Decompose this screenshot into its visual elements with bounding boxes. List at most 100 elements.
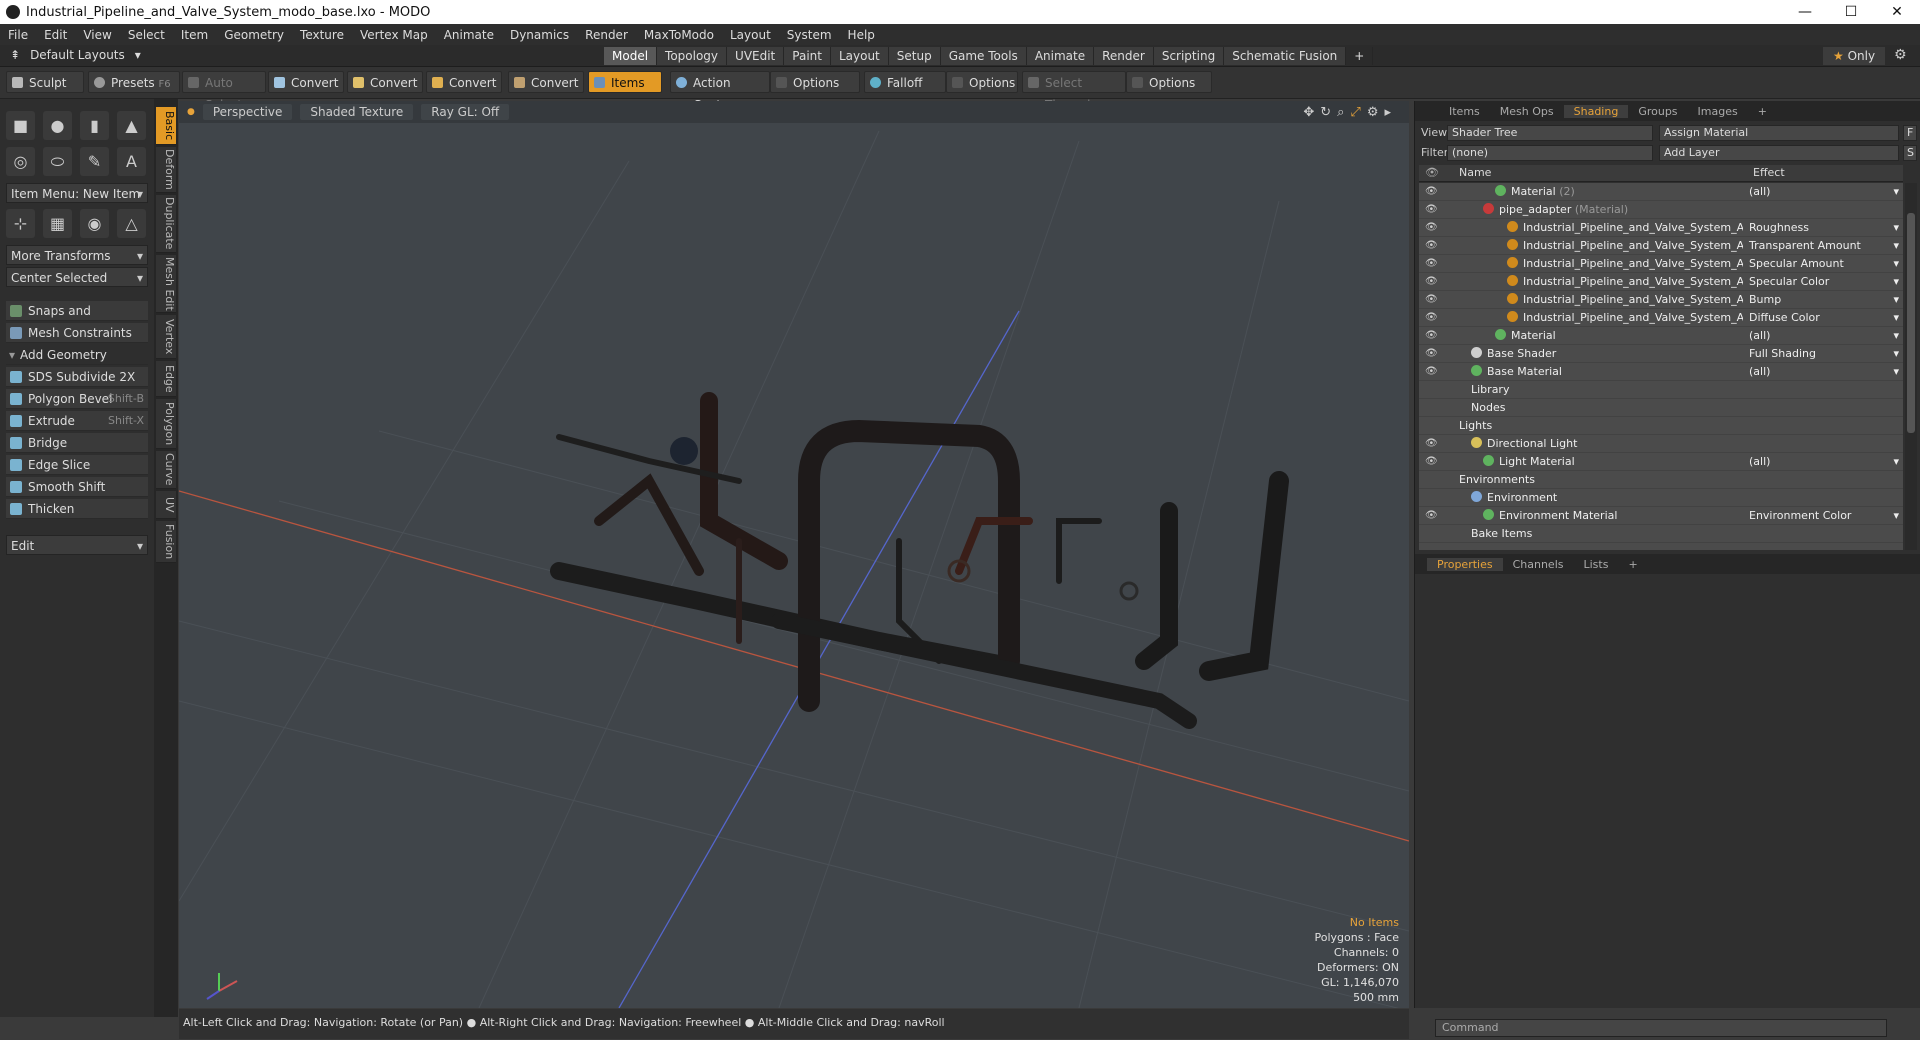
tree-row[interactable]: Library	[1419, 381, 1903, 399]
effect-dropdown[interactable]: (all)	[1749, 455, 1899, 468]
tree-row[interactable]: 👁 Directional Light	[1419, 435, 1903, 453]
only-toggle[interactable]: ★ Only	[1823, 47, 1886, 65]
menu-maxtomodo[interactable]: MaxToModo	[636, 28, 722, 42]
vtab-duplicate[interactable]: Duplicate	[156, 195, 176, 253]
menu-layout[interactable]: Layout	[722, 28, 779, 42]
grid-icon[interactable]: ▦	[43, 209, 72, 238]
vtab-polygon[interactable]: Polygon	[156, 399, 176, 449]
bridge-button[interactable]: Bridge	[6, 433, 148, 453]
visibility-eye-icon[interactable]: 👁	[1425, 312, 1438, 323]
f-button[interactable]: F	[1903, 125, 1917, 141]
assign-material-button[interactable]: Assign Material	[1659, 125, 1899, 141]
vtab-basic[interactable]: Basic	[156, 107, 176, 145]
add-panel-tab-button[interactable]: +	[1748, 105, 1777, 118]
sphere-icon[interactable]: ●	[43, 111, 72, 140]
menu-animate[interactable]: Animate	[436, 28, 502, 42]
name-column-header[interactable]: Name	[1459, 166, 1491, 179]
maximize-button[interactable]: ☐	[1828, 4, 1874, 20]
pen-icon[interactable]: ✎	[80, 147, 109, 176]
visibility-eye-icon[interactable]: 👁	[1425, 222, 1438, 233]
menu-file[interactable]: File	[0, 28, 36, 42]
tab-model[interactable]: Model	[604, 47, 658, 65]
tree-row[interactable]: 👁 Industrial_Pipeline_and_Valve_System_Ad…	[1419, 255, 1903, 273]
tab-game-tools[interactable]: Game Tools	[940, 47, 1027, 65]
smooth-shift-button[interactable]: Smooth Shift	[6, 477, 148, 497]
rotate-icon[interactable]: ↻	[1320, 105, 1331, 120]
visibility-eye-icon[interactable]: 👁	[1425, 204, 1438, 215]
menu-dynamics[interactable]: Dynamics	[502, 28, 577, 42]
menu-geometry[interactable]: Geometry	[216, 28, 292, 42]
action-center-button[interactable]: Action Center	[670, 71, 770, 112]
close-button[interactable]: ✕	[1874, 4, 1920, 20]
effect-dropdown[interactable]: Diffuse Color	[1749, 311, 1899, 324]
viewport-more-icon[interactable]: ▸	[1384, 105, 1391, 120]
layouts-dropdown[interactable]: ⇞ Default Layouts ▾	[10, 48, 141, 62]
effect-dropdown[interactable]: Specular Color	[1749, 275, 1899, 288]
tree-row[interactable]: 👁 Base Material (all)	[1419, 363, 1903, 381]
tree-row[interactable]: 👁 Industrial_Pipeline_and_Valve_System_Ad…	[1419, 219, 1903, 237]
select-through-button[interactable]: Select Through	[1022, 71, 1126, 112]
tab-shading[interactable]: Shading	[1563, 104, 1629, 118]
center-selected-dropdown[interactable]: Center Selected	[6, 267, 148, 288]
effect-dropdown[interactable]: Roughness	[1749, 221, 1899, 234]
add-properties-tab-button[interactable]: +	[1618, 558, 1647, 571]
visibility-eye-icon[interactable]: 👁	[1425, 186, 1438, 197]
add-tab-button[interactable]: +	[1346, 47, 1374, 65]
visibility-eye-icon[interactable]: 👁	[1425, 348, 1438, 359]
menu-system[interactable]: System	[779, 28, 840, 42]
edge-slice-button[interactable]: Edge Slice	[6, 455, 148, 475]
vtab-deform[interactable]: Deform	[156, 147, 176, 193]
perspective-button[interactable]: Perspective	[202, 104, 293, 120]
thicken-button[interactable]: Thicken	[6, 499, 148, 519]
vtab-vertex[interactable]: Vertex	[156, 315, 176, 359]
tree-row[interactable]: 👁 Material (2) (all)	[1419, 183, 1903, 201]
s-button[interactable]: S	[1903, 145, 1917, 161]
visibility-eye-icon[interactable]: 👁	[1425, 276, 1438, 287]
effect-dropdown[interactable]: (all)	[1749, 329, 1899, 342]
menu-render[interactable]: Render	[577, 28, 636, 42]
menu-select[interactable]: Select	[120, 28, 173, 42]
sculpt-button[interactable]: Sculpt	[6, 71, 84, 93]
visibility-eye-icon[interactable]: 👁	[1425, 438, 1438, 449]
mesh-constraints-button[interactable]: Mesh Constraints	[6, 323, 148, 343]
viewport-menu-icon[interactable]: ●	[187, 107, 195, 117]
add-geometry-header[interactable]: ▾ Add Geometry	[6, 345, 148, 365]
tree-row[interactable]: 👁 Industrial_Pipeline_and_Valve_System_Ad…	[1419, 309, 1903, 327]
transform-icon[interactable]: ⊹	[6, 209, 35, 238]
extrude-button[interactable]: Extrude Shift-X	[6, 411, 148, 431]
tab-uvedit[interactable]: UVEdit	[727, 47, 785, 65]
vtab-edge[interactable]: Edge	[156, 361, 176, 397]
visibility-eye-icon[interactable]: 👁	[1425, 258, 1438, 269]
convert-polygons-button[interactable]: Convert	[426, 71, 502, 93]
visibility-eye-icon[interactable]: 👁	[1425, 240, 1438, 251]
items-mode-button[interactable]: Items	[588, 71, 662, 93]
tree-row[interactable]: 👁 pipe_adapter (Material)	[1419, 201, 1903, 219]
globe-icon[interactable]: ◉	[80, 209, 109, 238]
tab-paint[interactable]: Paint	[784, 47, 831, 65]
snaps-and-precision-button[interactable]: Snaps and Precision	[6, 301, 148, 338]
tab-schematic-fusion[interactable]: Schematic Fusion	[1224, 47, 1347, 65]
tree-row[interactable]: 👁 Environment Material Environment Color	[1419, 507, 1903, 525]
visibility-eye-icon[interactable]: 👁	[1425, 330, 1438, 341]
scrollbar-thumb[interactable]	[1907, 213, 1915, 433]
filter-select[interactable]: (none)	[1447, 145, 1653, 161]
vtab-uv[interactable]: UV	[156, 491, 176, 519]
menu-item[interactable]: Item	[173, 28, 216, 42]
item-menu-dropdown[interactable]: Item Menu: New Item	[6, 183, 148, 204]
torus-icon[interactable]: ◎	[6, 147, 35, 176]
menu-view[interactable]: View	[75, 28, 119, 42]
auto-select-button[interactable]: Auto Select	[182, 71, 266, 112]
select-options-button[interactable]: Options	[1126, 71, 1212, 93]
tree-row[interactable]: Environment	[1419, 489, 1903, 507]
command-input[interactable]: Command	[1435, 1019, 1887, 1037]
tree-row[interactable]: Bake Items	[1419, 525, 1903, 543]
effect-dropdown[interactable]: (all)	[1749, 185, 1899, 198]
pan-icon[interactable]: ✥	[1303, 105, 1314, 120]
effect-dropdown[interactable]: Bump	[1749, 293, 1899, 306]
tree-row[interactable]: Environments	[1419, 471, 1903, 489]
menu-vertex-map[interactable]: Vertex Map	[352, 28, 436, 42]
visibility-eye-icon[interactable]: 👁	[1425, 456, 1438, 467]
shading-mode-button[interactable]: Shaded Texture	[300, 104, 414, 120]
menu-edit[interactable]: Edit	[36, 28, 75, 42]
zoom-icon[interactable]: ⌕	[1337, 105, 1344, 120]
